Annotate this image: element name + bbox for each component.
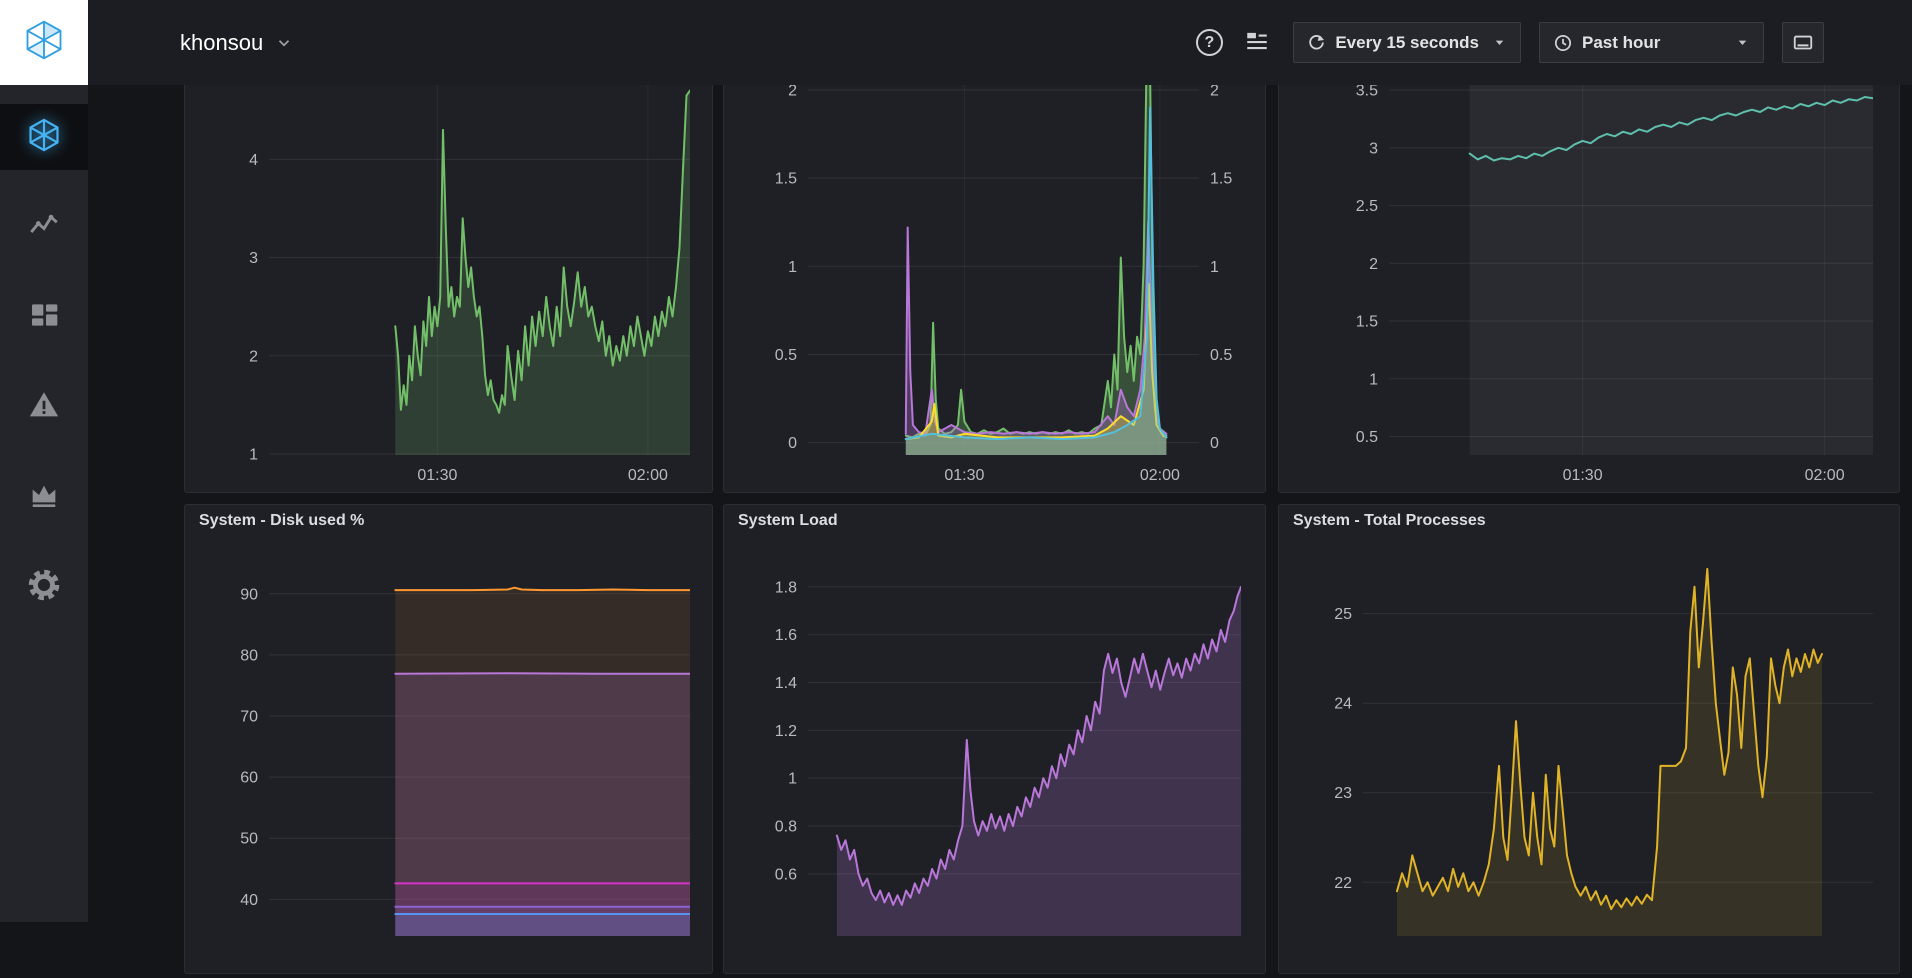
svg-text:1.5: 1.5 bbox=[1356, 314, 1378, 331]
svg-text:23: 23 bbox=[1334, 785, 1352, 802]
svg-text:1: 1 bbox=[249, 447, 258, 464]
panel-total-processes: System - Total Processes 22 23 24 25 bbox=[1278, 504, 1900, 974]
refresh-interval-label: Every 15 seconds bbox=[1335, 33, 1479, 53]
svg-text:1: 1 bbox=[788, 259, 797, 276]
time-series-chart[interactable]: 01:30 02:00 1 2 3 4 bbox=[185, 25, 712, 492]
svg-text:24: 24 bbox=[1334, 696, 1352, 713]
svg-text:1.6: 1.6 bbox=[775, 627, 797, 644]
refresh-interval-picker[interactable]: Every 15 seconds bbox=[1293, 22, 1521, 63]
svg-text:01:30: 01:30 bbox=[417, 467, 457, 484]
time-range-label: Past hour bbox=[1582, 33, 1660, 53]
time-series-chart[interactable]: 40 50 60 70 80 90 bbox=[185, 505, 712, 973]
app-logo[interactable] bbox=[0, 0, 88, 85]
svg-text:1: 1 bbox=[788, 771, 797, 788]
sidebar-item-alerting[interactable] bbox=[0, 374, 88, 440]
svg-text:2: 2 bbox=[1369, 256, 1378, 273]
svg-text:0.5: 0.5 bbox=[1356, 429, 1378, 446]
svg-text:2.5: 2.5 bbox=[1356, 198, 1378, 215]
chevron-down-icon bbox=[275, 34, 293, 52]
svg-text:0: 0 bbox=[1210, 435, 1219, 452]
alert-triangle-icon bbox=[27, 388, 61, 427]
grafana-orb-icon bbox=[25, 116, 63, 159]
svg-text:1.4: 1.4 bbox=[775, 675, 797, 692]
help-button[interactable]: ? bbox=[1191, 25, 1227, 61]
svg-text:1.8: 1.8 bbox=[775, 579, 797, 596]
monitor-icon bbox=[1792, 32, 1814, 54]
question-circle-icon: ? bbox=[1196, 29, 1223, 56]
dashboards-grid-icon bbox=[28, 299, 60, 336]
time-series-chart[interactable]: 01:3002:00000.50.5111.51.522 bbox=[724, 25, 1265, 492]
svg-text:02:00: 02:00 bbox=[1140, 467, 1180, 484]
time-series-chart[interactable]: 22 23 24 25 bbox=[1279, 505, 1899, 973]
crown-icon bbox=[28, 479, 60, 516]
svg-text:4: 4 bbox=[249, 152, 258, 169]
playlist-button[interactable] bbox=[1239, 25, 1275, 61]
svg-text:1.5: 1.5 bbox=[775, 171, 797, 188]
sidebar-nav bbox=[0, 85, 88, 620]
panel-title[interactable]: System - Disk used % bbox=[185, 505, 712, 543]
svg-text:70: 70 bbox=[240, 709, 258, 726]
caret-down-icon bbox=[1492, 35, 1507, 50]
sidebar-item-admin[interactable] bbox=[0, 464, 88, 530]
sidebar-item-dashboards[interactable] bbox=[0, 284, 88, 350]
navbar-controls: ? Every 15 seconds bbox=[1191, 22, 1912, 63]
time-range-picker[interactable]: Past hour bbox=[1539, 22, 1764, 63]
clock-icon bbox=[1553, 33, 1573, 53]
svg-text:60: 60 bbox=[240, 770, 258, 787]
svg-text:40: 40 bbox=[240, 892, 258, 909]
refresh-icon bbox=[1307, 33, 1326, 52]
svg-text:0.5: 0.5 bbox=[775, 347, 797, 364]
grafana-logo-icon bbox=[22, 18, 66, 67]
svg-text:80: 80 bbox=[240, 647, 258, 664]
svg-text:1: 1 bbox=[1369, 371, 1378, 388]
svg-text:2: 2 bbox=[249, 348, 258, 365]
caret-down-icon bbox=[1735, 35, 1750, 50]
svg-text:0.6: 0.6 bbox=[775, 866, 797, 883]
svg-text:02:00: 02:00 bbox=[1805, 467, 1845, 484]
sidebar-item-explore[interactable] bbox=[0, 194, 88, 260]
dashboard-title: khonsou bbox=[180, 30, 263, 56]
svg-text:90: 90 bbox=[240, 586, 258, 603]
svg-text:1.2: 1.2 bbox=[775, 723, 797, 740]
sidebar-item-configuration[interactable] bbox=[0, 554, 88, 620]
panel-chart-2: 01:3002:00000.50.5111.51.522 bbox=[723, 24, 1266, 493]
time-series-chart[interactable]: 0.6 0.8 1 1.2 1.4 1.6 1.8 bbox=[724, 505, 1265, 973]
kiosk-mode-button[interactable] bbox=[1782, 22, 1824, 63]
svg-text:0: 0 bbox=[788, 435, 797, 452]
svg-text:22: 22 bbox=[1334, 875, 1352, 892]
svg-text:0.5: 0.5 bbox=[1210, 347, 1232, 364]
playlist-icon bbox=[1244, 28, 1270, 57]
svg-text:50: 50 bbox=[240, 831, 258, 848]
svg-text:3: 3 bbox=[1369, 140, 1378, 157]
svg-text:1.5: 1.5 bbox=[1210, 171, 1232, 188]
sidebar bbox=[0, 0, 88, 922]
svg-text:01:30: 01:30 bbox=[1563, 467, 1603, 484]
svg-text:01:30: 01:30 bbox=[944, 467, 984, 484]
svg-text:25: 25 bbox=[1334, 606, 1352, 623]
svg-text:1: 1 bbox=[1210, 259, 1219, 276]
gear-icon bbox=[27, 568, 61, 607]
svg-text:3.5: 3.5 bbox=[1356, 83, 1378, 100]
time-series-chart[interactable]: 01:30 02:00 0.5 1 1.5 2 2.5 3 3.5 bbox=[1279, 25, 1899, 492]
dashboard-title-dropdown[interactable]: khonsou bbox=[180, 30, 293, 56]
svg-text:0.8: 0.8 bbox=[775, 819, 797, 836]
panel-system-load: System Load 0.6 0.8 1 1.2 1.4 1.6 1.8 bbox=[723, 504, 1266, 974]
panel-chart-1: 01:30 02:00 1 2 3 4 bbox=[184, 24, 713, 493]
panel-disk-used: System - Disk used % 40 50 60 70 80 90 bbox=[184, 504, 713, 974]
panel-title[interactable]: System - Total Processes bbox=[1279, 505, 1899, 543]
navbar: khonsou ? bbox=[88, 0, 1912, 85]
svg-text:3: 3 bbox=[249, 250, 258, 267]
panel-title[interactable]: System Load bbox=[724, 505, 1265, 543]
svg-text:02:00: 02:00 bbox=[628, 467, 668, 484]
sidebar-item-home[interactable] bbox=[0, 104, 88, 170]
panel-chart-3: 01:30 02:00 0.5 1 1.5 2 2.5 3 3.5 bbox=[1278, 24, 1900, 493]
activity-icon bbox=[27, 208, 61, 247]
